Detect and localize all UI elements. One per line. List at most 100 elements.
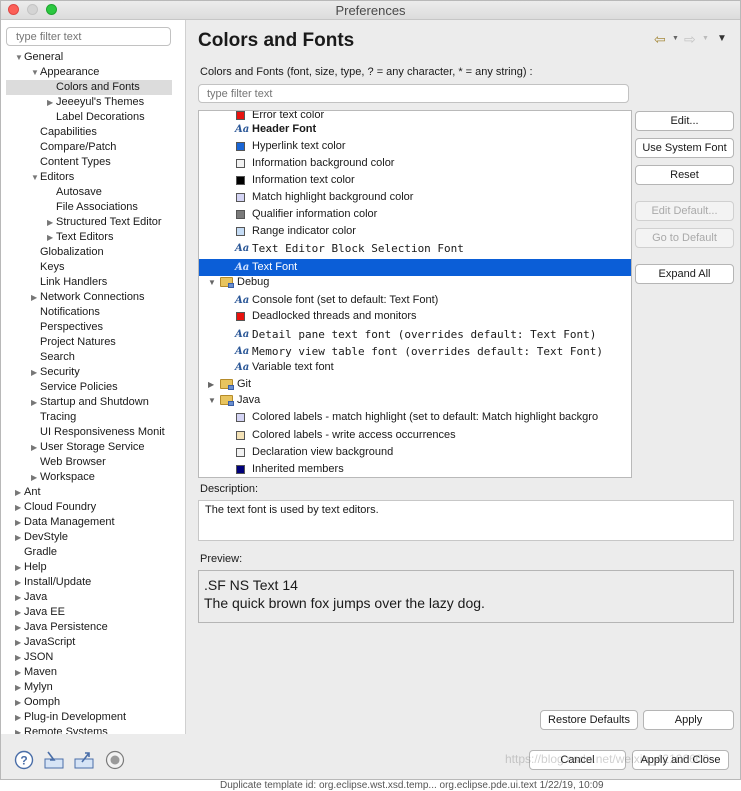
category-debug[interactable]: ▼ Debug [199,274,631,291]
collapse-triangle-icon[interactable]: ▼ [31,65,39,80]
import-icon[interactable] [44,750,64,770]
expand-triangle-icon[interactable]: ▶ [15,500,23,515]
expand-triangle-icon[interactable]: ▶ [15,575,23,590]
sidebar-item-startup-and-shutdown[interactable]: ▶ Startup and Shutdown [1,395,185,410]
view-menu-icon[interactable]: ▼ [717,33,727,44]
sidebar-item-help[interactable]: ▶ Help [1,560,185,575]
sidebar-item-java-persistence[interactable]: ▶ Java Persistence [1,620,185,635]
expand-triangle-icon[interactable]: ▶ [47,215,55,230]
sidebar-filter-input[interactable] [6,27,171,46]
list-item[interactable]: Information text color [199,172,631,189]
sidebar-item-file-associations[interactable]: File Associations [1,200,185,215]
edit-button[interactable]: Edit... [635,111,734,131]
sidebar-item-web-browser[interactable]: Web Browser [1,455,185,470]
sidebar-item-perspectives[interactable]: Perspectives [1,320,185,335]
sidebar-item-text-editors[interactable]: ▶ Text Editors [1,230,185,245]
collapse-triangle-icon[interactable]: ▼ [208,274,216,291]
forward-dropdown-icon[interactable]: ▼ [702,35,709,42]
sidebar-item-ui-responsiveness-monit[interactable]: UI Responsiveness Monit [1,425,185,440]
expand-triangle-icon[interactable]: ▶ [15,560,23,575]
record-icon[interactable] [105,750,125,770]
sidebar-item-editors[interactable]: ▼ Editors [1,170,185,185]
expand-triangle-icon[interactable]: ▶ [208,376,214,393]
expand-triangle-icon[interactable]: ▶ [31,395,39,410]
sidebar-item-service-policies[interactable]: Service Policies [1,380,185,395]
expand-triangle-icon[interactable]: ▶ [31,470,39,485]
list-item[interactable]: Aa Variable text font [199,359,631,376]
expand-triangle-icon[interactable]: ▶ [15,635,23,650]
sidebar-item-colors-and-fonts[interactable]: Colors and Fonts [6,80,172,95]
back-dropdown-icon[interactable]: ▼ [672,35,679,42]
list-item[interactable]: Qualifier information color [199,206,631,223]
sidebar-item-jeeeyul-s-themes[interactable]: ▶ Jeeeyul's Themes [1,95,185,110]
sidebar-item-install-update[interactable]: ▶ Install/Update [1,575,185,590]
expand-triangle-icon[interactable]: ▶ [15,515,23,530]
list-item[interactable]: Deadlocked threads and monitors [199,308,631,325]
sidebar-item-compare-patch[interactable]: Compare/Patch [1,140,185,155]
list-item[interactable]: Inherited members [199,461,631,477]
sidebar-item-security[interactable]: ▶ Security [1,365,185,380]
list-item[interactable]: Aa Memory view table font (overrides defa… [199,343,631,360]
sidebar-item-autosave[interactable]: Autosave [1,185,185,200]
expand-triangle-icon[interactable]: ▶ [15,605,23,620]
list-item[interactable]: Aa Detail pane text font (overrides defau… [199,326,631,343]
sidebar-item-user-storage-service[interactable]: ▶ User Storage Service [1,440,185,455]
sidebar-item-notifications[interactable]: Notifications [1,305,185,320]
list-item[interactable]: Range indicator color [199,223,631,240]
reset-button[interactable]: Reset [635,165,734,185]
apply-button[interactable]: Apply [643,710,734,730]
expand-triangle-icon[interactable]: ▶ [15,695,23,710]
sidebar-item-network-connections[interactable]: ▶ Network Connections [1,290,185,305]
list-item[interactable]: Information background color [199,155,631,172]
sidebar-item-maven[interactable]: ▶ Maven [1,665,185,680]
expand-triangle-icon[interactable]: ▶ [31,440,39,455]
expand-triangle-icon[interactable]: ▶ [31,365,39,380]
sidebar-item-content-types[interactable]: Content Types [1,155,185,170]
forward-arrow-icon[interactable]: ⇨ [684,31,696,48]
expand-triangle-icon[interactable]: ▶ [15,680,23,695]
sidebar-item-oomph[interactable]: ▶ Oomph [1,695,185,710]
collapse-triangle-icon[interactable]: ▼ [208,392,216,409]
export-icon[interactable] [74,750,94,770]
sidebar-item-project-natures[interactable]: Project Natures [1,335,185,350]
sidebar-item-remote-systems[interactable]: ▶ Remote Systems [1,725,185,734]
category-git[interactable]: ▶ Git [199,376,631,393]
help-icon[interactable]: ? [14,750,34,770]
sidebar-item-appearance[interactable]: ▼ Appearance [1,65,185,80]
sidebar-item-cloud-foundry[interactable]: ▶ Cloud Foundry [1,500,185,515]
go-to-default-button[interactable]: Go to Default [635,228,734,248]
sidebar-item-json[interactable]: ▶ JSON [1,650,185,665]
sidebar-item-general[interactable]: ▼ General [1,50,185,65]
list-item[interactable]: Match highlight background color [199,189,631,206]
sidebar-item-capabilities[interactable]: Capabilities [1,125,185,140]
sidebar-item-plug-in-development[interactable]: ▶ Plug-in Development [1,710,185,725]
sidebar-item-gradle[interactable]: Gradle [1,545,185,560]
sidebar-item-structured-text-editor[interactable]: ▶ Structured Text Editor [1,215,185,230]
expand-triangle-icon[interactable]: ▶ [15,725,23,734]
list-item[interactable]: Aa Console font (set to default: Text Fon… [199,292,631,309]
expand-all-button[interactable]: Expand All [635,264,734,284]
collapse-triangle-icon[interactable]: ▼ [15,50,23,65]
sidebar-item-keys[interactable]: Keys [1,260,185,275]
sidebar-item-devstyle[interactable]: ▶ DevStyle [1,530,185,545]
sidebar-item-javascript[interactable]: ▶ JavaScript [1,635,185,650]
back-arrow-icon[interactable]: ⇦ [654,31,666,48]
sidebar-item-data-management[interactable]: ▶ Data Management [1,515,185,530]
use-system-font-button[interactable]: Use System Font [635,138,734,158]
expand-triangle-icon[interactable]: ▶ [47,230,55,245]
sidebar-item-ant[interactable]: ▶ Ant [1,485,185,500]
list-item[interactable]: Declaration view background [199,444,631,461]
list-item[interactable]: Colored labels - write access occurrence… [199,427,631,444]
list-item[interactable]: Colored labels - match highlight (set to… [199,409,631,426]
expand-triangle-icon[interactable]: ▶ [15,665,23,680]
edit-default-button[interactable]: Edit Default... [635,201,734,221]
sidebar-item-globalization[interactable]: Globalization [1,245,185,260]
list-item[interactable]: Hyperlink text color [199,138,631,155]
expand-triangle-icon[interactable]: ▶ [31,290,39,305]
sidebar-item-java-ee[interactable]: ▶ Java EE [1,605,185,620]
restore-defaults-button[interactable]: Restore Defaults [540,710,638,730]
expand-triangle-icon[interactable]: ▶ [15,710,23,725]
colors-fonts-tree[interactable]: Error text color Aa Header Font Hyperlink t… [198,110,632,478]
expand-triangle-icon[interactable]: ▶ [47,95,55,110]
expand-triangle-icon[interactable]: ▶ [15,485,23,500]
